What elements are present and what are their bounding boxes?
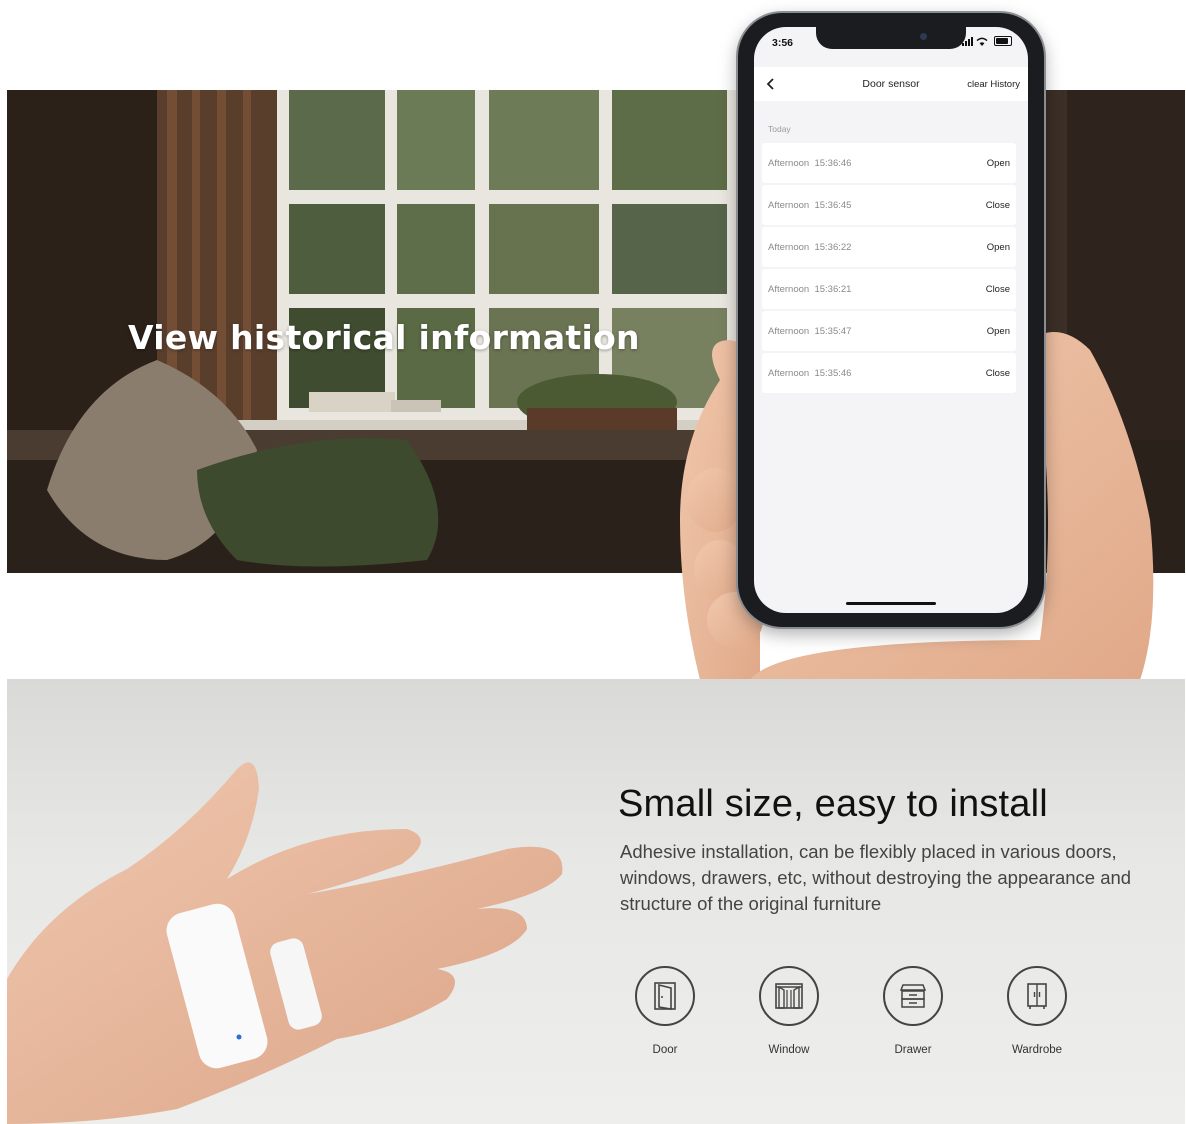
window-icon [759,966,819,1026]
history-row[interactable]: Afternoon 15:36:21 Close [762,269,1016,309]
banner-title: View historical information [128,318,640,357]
door-icon [635,966,695,1026]
wifi-icon [976,37,988,46]
product-page: View historical information 3:56 Door se… [0,0,1186,1124]
phone-notch [816,27,966,49]
feature-label: Door [652,1044,678,1056]
row-time: Afternoon 15:35:47 [768,326,852,337]
history-row[interactable]: Afternoon 15:36:46 Open [762,143,1016,183]
clear-history-button[interactable]: clear History [967,79,1020,90]
feature-label: Wardrobe [1011,1044,1063,1056]
row-state: Open [986,158,1010,169]
status-icons [962,36,1012,46]
nav-bar: Door sensor clear History [754,67,1028,101]
row-state: Open [986,326,1010,337]
row-time: Afternoon 15:36:22 [768,242,852,253]
history-list: Afternoon 15:36:46 Open Afternoon 15:36:… [762,143,1016,395]
row-state: Close [985,284,1010,295]
row-state: Close [985,368,1010,379]
feature-list: Door Window Drawer Wardrobe [603,966,1099,1056]
drawer-icon [883,966,943,1026]
row-time: Afternoon 15:36:21 [768,284,852,295]
home-indicator [846,602,936,605]
feature-label: Drawer [894,1044,932,1056]
row-time: Afternoon 15:36:45 [768,200,852,211]
history-row[interactable]: Afternoon 15:35:47 Open [762,311,1016,351]
phone-screen: 3:56 Door sensor clear History Today Aft… [754,27,1028,613]
install-title: Small size, easy to install [618,783,1048,825]
history-row[interactable]: Afternoon 15:35:46 Close [762,353,1016,393]
battery-icon [994,36,1012,46]
smartphone: 3:56 Door sensor clear History Today Aft… [738,13,1044,627]
signal-icon [962,37,973,46]
install-section: Small size, easy to install Adhesive ins… [7,679,1185,1124]
history-row[interactable]: Afternoon 15:36:22 Open [762,227,1016,267]
wardrobe-icon [1007,966,1067,1026]
history-row[interactable]: Afternoon 15:36:45 Close [762,185,1016,225]
feature-window: Window [727,966,851,1056]
row-state: Open [986,242,1010,253]
row-time: Afternoon 15:36:46 [768,158,852,169]
feature-label: Window [768,1044,810,1056]
hand-with-sensor [7,762,563,1124]
row-time: Afternoon 15:35:46 [768,368,852,379]
section-label-today: Today [768,124,791,134]
feature-door: Door [603,966,727,1056]
row-state: Close [985,200,1010,211]
install-description: Adhesive installation, can be flexibly p… [620,841,1132,914]
feature-drawer: Drawer [851,966,975,1056]
status-time: 3:56 [772,37,794,49]
feature-wardrobe: Wardrobe [975,966,1099,1056]
